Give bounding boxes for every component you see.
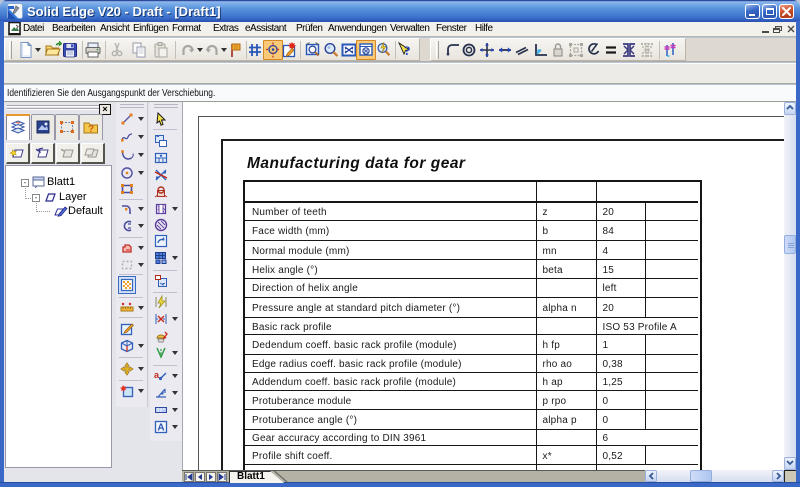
svg-text:A: A [157,423,164,434]
svg-text:?: ? [88,124,94,134]
svg-text:?: ? [404,43,411,58]
